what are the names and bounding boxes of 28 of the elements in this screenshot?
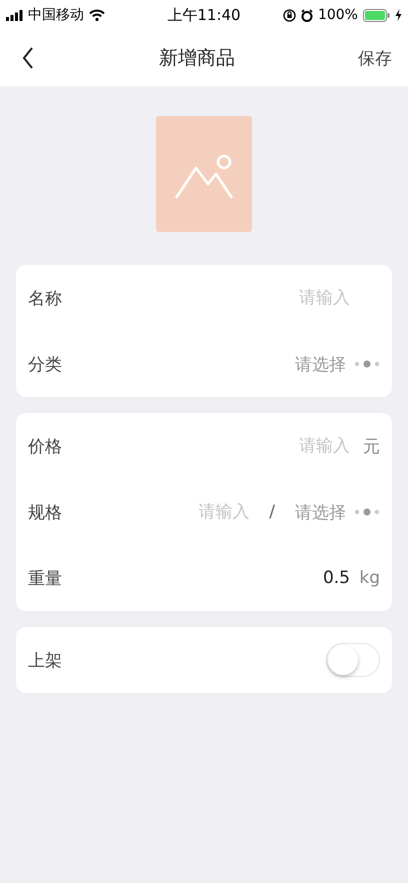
field-label: 上架 bbox=[28, 650, 62, 672]
wifi-icon bbox=[89, 9, 105, 21]
input-field[interactable]: 请输入 bbox=[274, 436, 350, 456]
input-field[interactable]: 请输入 bbox=[173, 502, 250, 522]
rotation-lock-icon bbox=[282, 8, 296, 22]
field-label: 重量 bbox=[28, 568, 62, 590]
page-title: 新增商品 bbox=[159, 46, 235, 71]
charging-bolt-icon bbox=[394, 9, 402, 21]
field-label: 名称 bbox=[28, 288, 62, 310]
field-label: 价格 bbox=[28, 436, 62, 458]
unit-label: 元 bbox=[362, 436, 380, 458]
save-button[interactable]: 保存 bbox=[356, 42, 394, 74]
field-label: 分类 bbox=[28, 354, 62, 376]
field-label: 规格 bbox=[28, 502, 62, 524]
status-time: 上午11:40 bbox=[167, 6, 241, 24]
unit-label: kg bbox=[358, 568, 380, 588]
separator-slash: / bbox=[269, 502, 275, 522]
input-field[interactable]: 0.5 bbox=[310, 568, 350, 588]
more-dots-icon bbox=[354, 508, 380, 516]
input-field[interactable]: 请输入 bbox=[274, 288, 350, 308]
back-chevron-icon bbox=[22, 47, 34, 69]
carrier-name: 中国移动 bbox=[28, 6, 84, 24]
signal-icon bbox=[6, 10, 23, 20]
battery-icon bbox=[362, 8, 390, 22]
alarm-icon bbox=[300, 8, 313, 22]
battery-percent: 100% bbox=[318, 7, 358, 23]
toggle-switch[interactable] bbox=[326, 643, 380, 677]
more-dots-icon bbox=[354, 360, 380, 368]
